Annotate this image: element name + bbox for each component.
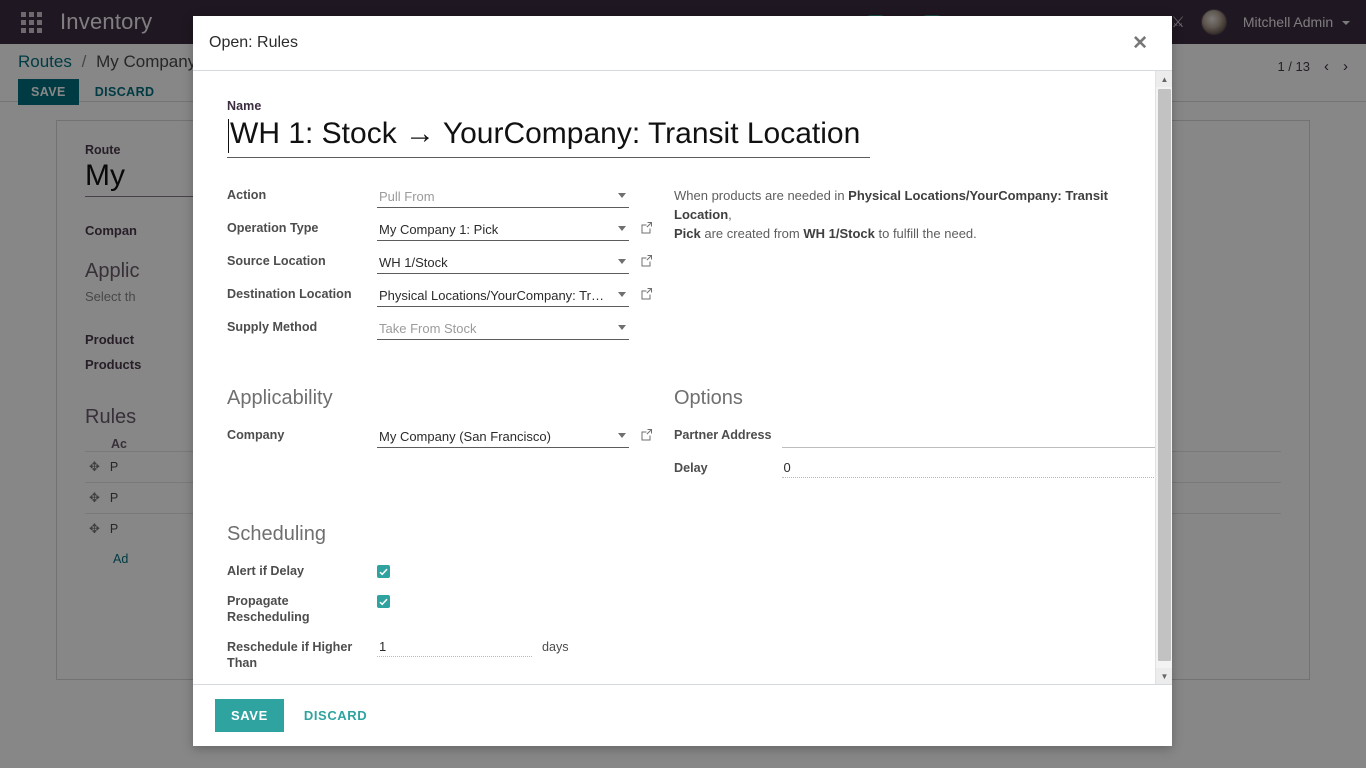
partner-address-input[interactable] <box>781 428 1172 444</box>
applicability-table: Company <box>227 420 674 453</box>
desc-line2-operation: Pick <box>674 226 701 241</box>
main-fields-table: Action Operation Type <box>227 180 674 345</box>
dialog-body: Name Action <box>193 71 1172 684</box>
field-row-alert-if-delay: Alert if Delay <box>227 556 674 586</box>
name-input-wrapper <box>227 117 870 158</box>
destination-location-input[interactable] <box>377 287 629 303</box>
external-link-icon[interactable] <box>640 254 653 272</box>
applicability-section: Applicability Company <box>227 387 674 483</box>
delay-label: Delay <box>674 461 708 475</box>
alert-if-delay-label: Alert if Delay <box>227 564 304 578</box>
top-fields-row: Action Operation Type <box>227 180 1132 345</box>
action-input[interactable] <box>377 188 629 204</box>
name-input[interactable] <box>227 117 870 158</box>
action-select[interactable] <box>377 185 629 208</box>
name-field-group: Name <box>227 99 1132 158</box>
source-location-label: Source Location <box>227 254 326 268</box>
field-row-reschedule-if-higher-than: Reschedule if Higher Than days <box>227 632 674 678</box>
desc-line1-suffix: , <box>728 207 732 222</box>
desc-line2-suffix: to fulfill the need. <box>874 226 977 241</box>
field-row-propagate-rescheduling: Propagate Rescheduling <box>227 586 674 632</box>
close-icon[interactable]: ✕ <box>1130 34 1150 53</box>
scheduling-table: Alert if Delay Propagate Rescheduling Re… <box>227 556 674 678</box>
dialog-header: Open: Rules ✕ <box>193 16 1172 71</box>
applicability-options-row: Applicability Company My Company (San Fr… <box>227 387 1172 483</box>
chevron-down-icon <box>618 325 626 330</box>
propagate-rescheduling-checkbox[interactable] <box>377 595 390 608</box>
dialog-title: Open: Rules <box>209 34 298 51</box>
chevron-down-icon <box>618 193 626 198</box>
chevron-down-icon <box>618 259 626 264</box>
options-table: Partner Address Delay <box>674 420 1172 483</box>
propagate-rescheduling-label: Propagate Rescheduling <box>227 594 310 624</box>
field-row-operation-type: Operation Type <box>227 213 674 246</box>
delay-input[interactable] <box>781 458 1172 478</box>
desc-line2-mid: are created from <box>700 226 804 241</box>
external-link-icon[interactable] <box>640 287 653 305</box>
partner-address-select[interactable] <box>781 425 1172 448</box>
chevron-down-icon <box>618 292 626 297</box>
destination-location-label: Destination Location <box>227 287 352 301</box>
company-select[interactable] <box>377 425 629 448</box>
dialog-save-button[interactable]: SAVE <box>215 699 284 732</box>
destination-location-select[interactable] <box>377 284 629 307</box>
company-label: Company <box>227 428 285 442</box>
dialog-scrollbar[interactable]: ▲ ▼ <box>1155 71 1172 684</box>
scrollbar-up-arrow[interactable]: ▲ <box>1156 71 1172 87</box>
name-label: Name <box>227 99 262 113</box>
rules-dialog: Open: Rules ✕ Name Action <box>193 16 1172 746</box>
company-input[interactable] <box>377 428 629 444</box>
alert-if-delay-checkbox[interactable] <box>377 565 390 578</box>
field-row-company: Company <box>227 420 674 453</box>
field-row-action: Action <box>227 180 674 213</box>
source-location-input[interactable] <box>377 254 629 270</box>
field-row-delay: Delay <box>674 453 1172 483</box>
operation-type-input[interactable] <box>377 221 629 237</box>
chevron-down-icon <box>618 226 626 231</box>
scrollbar-down-arrow[interactable]: ▼ <box>1156 668 1172 684</box>
dialog-discard-button[interactable]: DISCARD <box>292 699 379 732</box>
operation-type-label: Operation Type <box>227 221 319 235</box>
partner-address-label: Partner Address <box>674 428 772 442</box>
desc-line1-prefix: When products are needed in <box>674 188 849 203</box>
rule-description-panel: When products are needed in Physical Loc… <box>674 180 1132 345</box>
field-row-partner-address: Partner Address <box>674 420 1172 453</box>
external-link-icon[interactable] <box>640 428 653 446</box>
reschedule-if-higher-than-input[interactable] <box>377 637 532 657</box>
supply-method-label: Supply Method <box>227 320 318 334</box>
scheduling-heading: Scheduling <box>227 523 326 545</box>
field-row-destination-location: Destination Location <box>227 279 674 312</box>
supply-method-input[interactable] <box>377 320 629 336</box>
text-cursor <box>228 119 229 153</box>
options-heading: Options <box>674 387 743 409</box>
action-label: Action <box>227 188 267 202</box>
scheduling-section: Scheduling Alert if Delay Propagate Resc… <box>227 523 1132 678</box>
operation-type-select[interactable] <box>377 218 629 241</box>
field-row-supply-method: Supply Method <box>227 312 674 345</box>
field-row-source-location: Source Location <box>227 246 674 279</box>
rule-description-text: When products are needed in Physical Loc… <box>674 180 1132 243</box>
chevron-down-icon <box>618 433 626 438</box>
supply-method-select[interactable] <box>377 317 629 340</box>
scrollbar-thumb[interactable] <box>1158 89 1171 661</box>
applicability-heading: Applicability <box>227 387 333 409</box>
reschedule-unit-label: days <box>542 640 569 654</box>
source-location-select[interactable] <box>377 251 629 274</box>
dialog-footer: SAVE DISCARD <box>193 684 1172 746</box>
desc-line2-source: WH 1/Stock <box>803 226 875 241</box>
options-section: Options Partner Address Delay <box>674 387 1172 483</box>
top-fields-left: Action Operation Type <box>227 180 674 345</box>
reschedule-if-higher-than-label: Reschedule if Higher Than <box>227 640 353 670</box>
external-link-icon[interactable] <box>640 221 653 239</box>
